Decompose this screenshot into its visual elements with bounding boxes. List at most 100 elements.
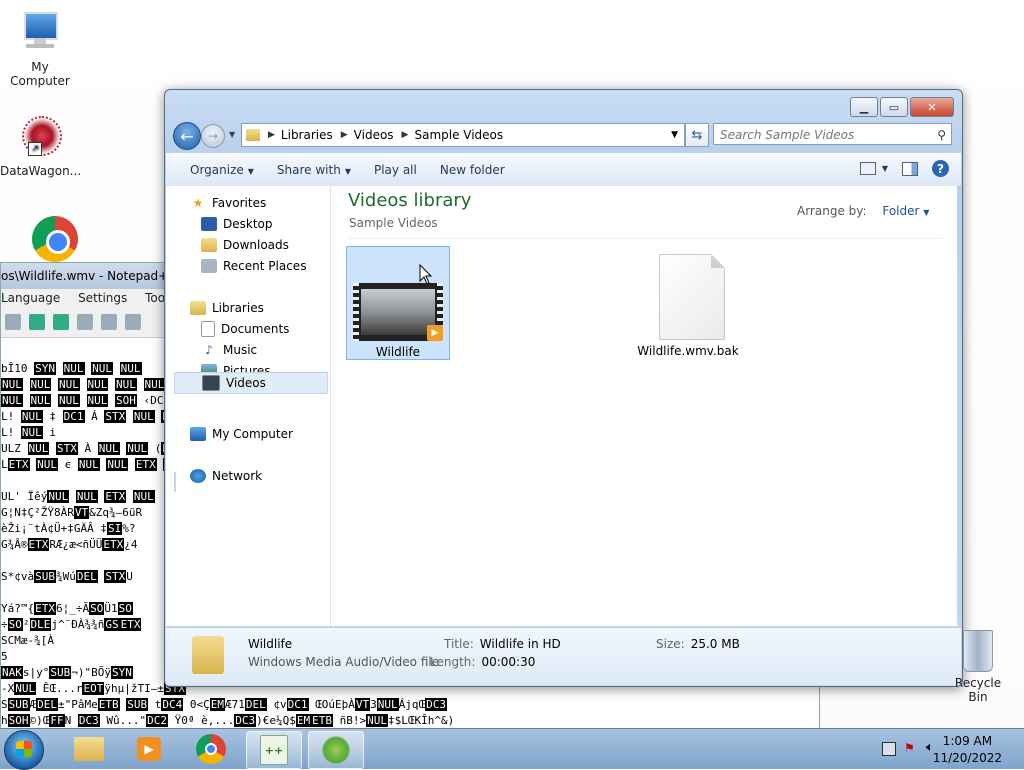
file-name: Wildlife.wmv.bak xyxy=(637,344,739,358)
command-bar: Organize ▼ Share with ▼ Play all New folde… xyxy=(166,153,961,187)
breadcrumb-libraries[interactable]: Libraries xyxy=(281,128,333,142)
find-icon[interactable] xyxy=(77,314,93,330)
back-button[interactable]: ← xyxy=(173,122,201,150)
library-title: Videos library xyxy=(348,190,472,211)
details-title: Title: Wildlife in HD xyxy=(444,637,561,651)
libraries-icon xyxy=(190,301,206,315)
desktop-icon-chrome[interactable] xyxy=(0,212,80,262)
menu-language[interactable]: Language xyxy=(1,291,60,305)
clock-date: 11/20/2022 xyxy=(932,751,1002,765)
help-icon[interactable]: ? xyxy=(932,160,949,177)
nav-network[interactable]: Network xyxy=(190,466,262,486)
organize-button[interactable]: Organize ▼ xyxy=(190,163,254,177)
taskbar-media-player[interactable]: ▶ xyxy=(122,731,176,767)
computer-icon xyxy=(190,427,206,441)
document-icon xyxy=(659,254,725,340)
forward-button[interactable]: → xyxy=(201,124,225,148)
action-center-icon[interactable]: ⚑ xyxy=(904,741,915,755)
breadcrumb-videos[interactable]: Videos xyxy=(354,128,394,142)
minimize-icon: ▁ xyxy=(859,100,869,114)
nav-videos[interactable] xyxy=(174,472,176,492)
share-with-button[interactable]: Share with ▼ xyxy=(277,163,351,177)
breadcrumb-sample-videos[interactable]: Sample Videos xyxy=(414,128,503,142)
zoom-icon[interactable] xyxy=(125,314,141,330)
close-button[interactable]: ✕ xyxy=(910,97,954,117)
taskbar-chrome[interactable] xyxy=(184,731,238,767)
desktop-icon-label: DataWagon... xyxy=(0,164,82,178)
taskbar-explorer[interactable] xyxy=(62,731,116,767)
nav-downloads[interactable]: Downloads xyxy=(201,235,289,255)
view-options-chevron-icon[interactable]: ▼ xyxy=(882,164,888,173)
file-item-wildlife[interactable]: ▶ Wildlife xyxy=(346,246,450,360)
explorer-icon xyxy=(74,737,104,761)
details-file-name: Wildlife xyxy=(248,637,293,651)
redo-icon[interactable] xyxy=(53,314,69,330)
details-length: Length: 00:00:30 xyxy=(430,655,536,669)
nav-recent-places[interactable]: Recent Places xyxy=(201,256,306,276)
breadcrumb-chevron-icon[interactable]: ▶ xyxy=(268,130,275,140)
datawagon-icon: ↗ xyxy=(16,114,64,162)
navigation-row: ← → ▼ ▶ Libraries ▶ Videos ▶ Sample Vide… xyxy=(173,122,954,150)
breadcrumb-chevron-icon[interactable]: ▶ xyxy=(341,130,348,140)
desktop-icon-my-computer[interactable]: My Computer xyxy=(0,10,80,88)
network-tray-icon[interactable] xyxy=(882,742,896,756)
desktop-icon xyxy=(201,217,217,231)
search-input[interactable]: Search Sample Videos ⚲ xyxy=(713,123,952,145)
desktop-icon-recycle-bin[interactable]: Recycle Bin xyxy=(945,630,1011,704)
editor-line: SSUBÆDEL±"PâMeETB SUB tDC4 0<ÇEMÆ71DEL ¢… xyxy=(1,698,447,711)
nav-documents[interactable]: Documents xyxy=(201,319,289,339)
chrome-icon xyxy=(16,212,78,262)
chrome-icon xyxy=(196,734,226,764)
file-item-wildlife-bak[interactable]: Wildlife.wmv.bak xyxy=(635,246,741,360)
maximize-button[interactable]: ▭ xyxy=(880,97,908,117)
arrange-by-dropdown[interactable]: Folder ▼ xyxy=(882,204,929,218)
breadcrumb-chevron-icon[interactable]: ▶ xyxy=(402,130,409,140)
recycle-bin-icon xyxy=(963,630,993,672)
play-icon: ▶ xyxy=(427,325,443,341)
search-placeholder: Search Sample Videos xyxy=(720,128,855,142)
nav-music[interactable]: ♪ Music xyxy=(201,340,257,360)
desktop-icon-datawagon[interactable]: ↗ DataWagon... xyxy=(0,114,82,178)
video-thumbnail: ▶ xyxy=(353,283,443,341)
menu-settings[interactable]: Settings xyxy=(78,291,127,305)
nav-libraries[interactable]: Libraries xyxy=(190,298,264,318)
start-button[interactable] xyxy=(4,730,44,770)
paste-icon[interactable] xyxy=(5,314,21,330)
videos-icon xyxy=(202,375,220,391)
nav-favorites[interactable]: ★ Favorites xyxy=(190,193,267,213)
navigation-pane: ★ Favorites Desktop Downloads Recent Plac… xyxy=(166,186,331,626)
clock[interactable]: 1:09 AM 11/20/2022 xyxy=(933,733,1002,767)
maximize-icon: ▭ xyxy=(888,100,900,114)
recent-places-icon xyxy=(201,259,217,273)
taskbar-datawagon[interactable] xyxy=(308,731,364,769)
new-folder-button[interactable]: New folder xyxy=(440,163,505,177)
preview-pane-icon[interactable] xyxy=(902,161,918,176)
undo-icon[interactable] xyxy=(29,314,45,330)
address-bar[interactable]: ▶ Libraries ▶ Videos ▶ Sample Videos ▼ xyxy=(241,123,685,147)
details-pane: Wildlife Windows Media Audio/Video file … xyxy=(166,627,961,685)
chevron-down-icon: ▼ xyxy=(923,208,930,217)
nav-videos-row[interactable]: Videos xyxy=(174,372,328,394)
divider xyxy=(348,238,943,239)
minimize-button[interactable]: ▁ xyxy=(850,97,878,117)
search-icon[interactable]: ⚲ xyxy=(937,124,946,146)
nav-desktop[interactable]: Desktop xyxy=(201,214,273,234)
play-all-button[interactable]: Play all xyxy=(374,163,417,177)
arrange-by: Arrange by: Folder ▼ xyxy=(797,204,930,218)
replace-icon[interactable] xyxy=(101,314,117,330)
media-player-icon: ▶ xyxy=(137,737,161,761)
window-controls: ▁ ▭ ✕ xyxy=(848,97,954,117)
explorer-window[interactable]: ▁ ▭ ✕ ← → ▼ ▶ Libraries ▶ Videos ▶ Sampl… xyxy=(164,89,963,687)
library-subtitle: Sample Videos xyxy=(349,216,438,230)
downloads-icon xyxy=(201,238,217,252)
mouse-cursor-icon xyxy=(419,263,433,289)
file-list[interactable]: Videos library Sample Videos Arrange by:… xyxy=(331,186,957,626)
clock-time: 1:09 AM xyxy=(942,734,993,748)
address-dropdown-icon[interactable]: ▼ xyxy=(671,130,678,140)
refresh-button[interactable]: ⇆ xyxy=(685,123,709,147)
change-view-icon[interactable] xyxy=(859,162,876,175)
forward-arrow-icon: → xyxy=(207,129,219,143)
nav-my-computer[interactable]: My Computer xyxy=(190,424,293,444)
taskbar-notepadpp[interactable]: ++ xyxy=(246,731,302,769)
history-dropdown-icon[interactable]: ▼ xyxy=(229,130,235,139)
